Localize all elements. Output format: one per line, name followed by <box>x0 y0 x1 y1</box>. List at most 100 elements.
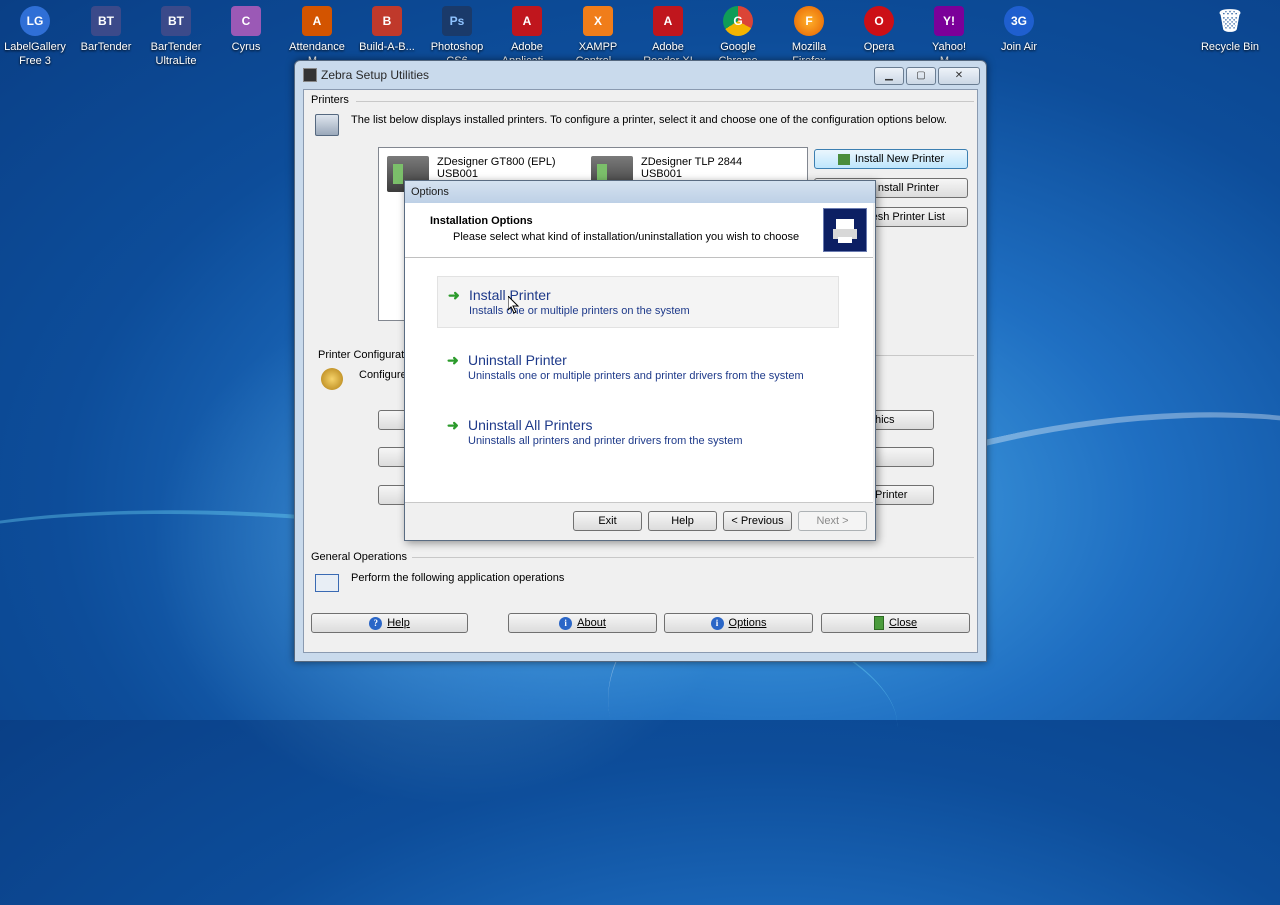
dialog-header-title: Installation Options <box>430 215 533 227</box>
option-description: Installs one or multiple printers on the… <box>469 305 690 317</box>
printer-port: USB001 <box>641 168 682 180</box>
printer-name: ZDesigner GT800 (EPL) <box>437 156 556 168</box>
install-new-printer-label: Install New Printer <box>854 153 945 165</box>
printer-name: ZDesigner TLP 2844 <box>641 156 743 168</box>
desktop-icon-label: LabelGallery <box>4 41 66 53</box>
desktop-icon-photoshop[interactable]: Ps Photoshop CS6 <box>422 6 492 68</box>
minimize-button[interactable]: ▁ <box>874 67 904 85</box>
desktop-icon-mozilla-firefox[interactable]: F Mozilla Firefox <box>774 6 844 68</box>
adobe-icon: A <box>512 6 542 36</box>
install-printer-icon <box>837 153 850 165</box>
refresh-printer-list-label: esh Printer List <box>871 211 945 223</box>
dialog-help-label: Help <box>671 515 694 527</box>
dialog-header-subtitle: Please select what kind of installation/… <box>453 231 800 243</box>
desktop-icon-google-chrome[interactable]: G Google Chrome <box>703 6 773 68</box>
chrome-icon: G <box>723 6 753 36</box>
desktop-icon-bartender[interactable]: BT BarTender <box>71 6 141 54</box>
cyrus-icon: C <box>231 6 261 36</box>
install-new-printer-button[interactable]: Install New Printer <box>814 149 968 169</box>
close-label: Close <box>888 617 918 629</box>
desktop-icon-label: Google <box>720 41 756 53</box>
option-title: Uninstall All Printers <box>468 417 593 433</box>
dialog-title: Options <box>411 186 449 198</box>
dialog-footer: Exit Help < Previous Next > <box>405 502 873 540</box>
desktop-icon-attendance[interactable]: A Attendance M... <box>282 6 352 68</box>
about-button[interactable]: i About <box>508 613 657 633</box>
exit-button[interactable]: Exit <box>573 511 642 531</box>
desktop-icon-label: BarTender <box>80 41 132 53</box>
desktop-icon-label: XAMPP <box>578 41 618 53</box>
about-label: About <box>577 617 606 629</box>
desktop-icon-label: Mozilla <box>791 41 827 53</box>
option-title: Install Printer <box>469 287 551 303</box>
option-title: Uninstall Printer <box>468 352 567 368</box>
general-operations-description: Perform the following application operat… <box>351 572 565 584</box>
join-air-icon: 3G <box>1004 6 1034 36</box>
arrow-right-icon: ➜ <box>447 417 459 433</box>
help-button[interactable]: ? Help <box>311 613 468 633</box>
desktop-icon-label: Join Air <box>1000 41 1038 53</box>
desktop-icon-recycle-bin[interactable]: 🗑 Recycle Bin <box>1195 6 1265 54</box>
desktop-icon-join-air[interactable]: 3G Join Air <box>984 6 1054 54</box>
desktop-icon-label: Yahoo! <box>931 41 967 53</box>
firefox-icon: F <box>794 6 824 36</box>
printers-section-label: Printers <box>311 94 349 106</box>
desktop-icon-label: Attendance <box>289 41 345 53</box>
desktop-icon-build-a-b[interactable]: B Build-A-B... <box>352 6 422 54</box>
info-icon: i <box>710 616 724 630</box>
uninstall-all-printers-option[interactable]: ➜ Uninstall All Printers Uninstalls all … <box>437 407 839 459</box>
desktop-icon-label: Opera <box>863 41 895 53</box>
desktop-icon-adobe-reader[interactable]: A Adobe Reader XI <box>633 6 703 68</box>
mouse-cursor-icon <box>507 294 520 317</box>
desktop-icon-label: Build-A-B... <box>359 41 415 53</box>
desktop-icon-label: Free 3 <box>19 55 51 67</box>
dialog-options-body: ➜ Install Printer Installs one or multip… <box>405 258 873 502</box>
desktop-icon-label: Adobe <box>511 41 543 53</box>
window-close-button[interactable]: ✕ <box>938 67 980 85</box>
bartender-icon: BT <box>161 6 191 36</box>
desktop-icon-cyrus[interactable]: C Cyrus <box>211 6 281 54</box>
previous-button[interactable]: < Previous <box>723 511 792 531</box>
desktop-icon-label: Photoshop <box>430 41 484 53</box>
options-label: Options <box>728 617 767 629</box>
configuration-icon <box>321 368 343 390</box>
yahoo-icon: Y! <box>934 6 964 36</box>
desktop-icon-yahoo[interactable]: Y! Yahoo! M... <box>914 6 984 68</box>
adobe-reader-icon: A <box>653 6 683 36</box>
desktop-icon-bartender-ultralite[interactable]: BT BarTender UltraLite <box>141 6 211 68</box>
exit-label: Exit <box>598 515 617 527</box>
download-graphics-label: hics <box>875 414 895 426</box>
printer-configuration-label: Printer Configurat <box>318 349 405 361</box>
recycle-bin-icon: 🗑 <box>1216 8 1244 33</box>
option-description: Uninstalls all printers and printer driv… <box>468 435 743 447</box>
maximize-button[interactable]: ▢ <box>906 67 936 85</box>
help-label: Help <box>387 617 410 629</box>
options-dialog: Options Installation Options Please sele… <box>404 180 876 541</box>
general-operations-label: General Operations <box>311 551 407 563</box>
option-description: Uninstalls one or multiple printers and … <box>468 370 804 382</box>
xampp-icon: X <box>583 6 613 36</box>
previous-label: < Previous <box>731 515 784 527</box>
printer-section-icon <box>315 114 339 136</box>
build-a-b-icon: B <box>372 6 402 36</box>
uninstall-printer-label: nstall Printer <box>877 182 939 194</box>
configure-description: Configure <box>359 369 407 381</box>
desktop-icon-xampp[interactable]: X XAMPP Control... <box>563 6 633 68</box>
uninstall-printer-option[interactable]: ➜ Uninstall Printer Uninstalls one or mu… <box>437 342 839 394</box>
printers-description: The list below displays installed printe… <box>351 114 947 126</box>
printer-port: USB001 <box>437 168 478 180</box>
options-button[interactable]: i Options <box>664 613 813 633</box>
desktop-icon-adobe-application[interactable]: A Adobe Applicati... <box>492 6 562 68</box>
dialog-help-button[interactable]: Help <box>648 511 717 531</box>
desktop-icon-opera[interactable]: O Opera <box>844 6 914 54</box>
install-printer-option[interactable]: ➜ Install Printer Installs one or multip… <box>437 276 839 328</box>
dialog-titlebar[interactable]: Options <box>405 181 875 203</box>
opera-icon: O <box>864 6 894 36</box>
bartender-icon: BT <box>91 6 121 36</box>
desktop-icon-label: BarTender <box>150 41 202 53</box>
close-button[interactable]: Close <box>821 613 970 633</box>
desktop-icon-label: Cyrus <box>231 41 261 53</box>
desktop-icon-labelgallery[interactable]: LG LabelGallery Free 3 <box>0 6 70 68</box>
next-button[interactable]: Next > <box>798 511 867 531</box>
general-operations-icon <box>315 574 339 592</box>
